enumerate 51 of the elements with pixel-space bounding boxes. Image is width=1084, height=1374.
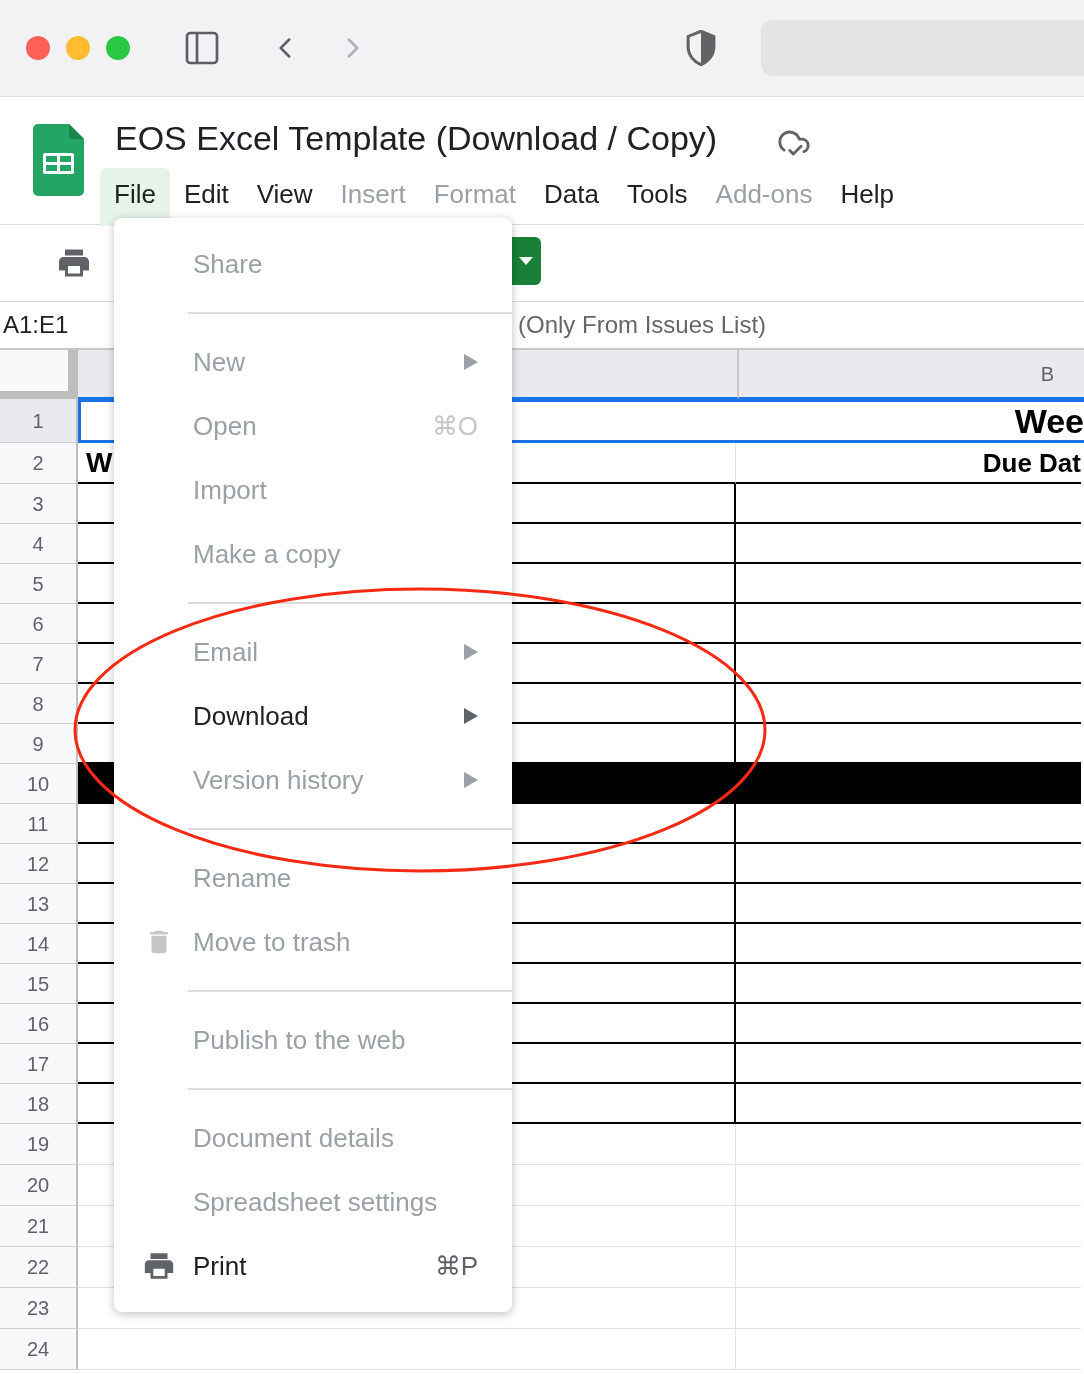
shield-icon[interactable] — [685, 30, 717, 66]
row-number[interactable]: 4 — [0, 524, 78, 564]
row-number[interactable]: 19 — [0, 1124, 78, 1165]
row-number[interactable]: 6 — [0, 604, 78, 644]
submenu-arrow-icon — [464, 354, 478, 370]
name-box[interactable]: A1:E1 — [3, 311, 69, 338]
row-number[interactable]: 11 — [0, 804, 78, 844]
row-number[interactable]: 16 — [0, 1004, 78, 1044]
submenu-arrow-icon — [464, 708, 478, 724]
row-number[interactable]: 24 — [0, 1329, 78, 1370]
row-number[interactable]: 14 — [0, 924, 78, 964]
row-number[interactable]: 13 — [0, 884, 78, 924]
row-number[interactable]: 18 — [0, 1084, 78, 1124]
minimize-window-icon[interactable] — [66, 36, 90, 60]
row-number[interactable]: 1 — [0, 399, 78, 443]
document-title[interactable]: EOS Excel Template (Download / Copy) — [115, 113, 718, 164]
row-number[interactable]: 17 — [0, 1044, 78, 1084]
caret-icon — [519, 257, 533, 265]
row-number[interactable]: 7 — [0, 644, 78, 684]
menu-item[interactable]: Download — [114, 684, 512, 748]
menu-bar-item[interactable]: Tools — [612, 168, 702, 226]
table-cell-text: Wee — [1013, 402, 1084, 440]
select-all-corner[interactable] — [0, 350, 78, 399]
row-number[interactable]: 21 — [0, 1206, 78, 1247]
table-cell: Due Dat — [736, 443, 1081, 484]
row-number[interactable]: 10 — [0, 764, 78, 804]
menu-bar-item[interactable]: Help — [826, 168, 908, 226]
close-window-icon[interactable] — [26, 36, 50, 60]
row-number[interactable]: 15 — [0, 964, 78, 1004]
row-number[interactable]: 22 — [0, 1247, 78, 1288]
menu-item[interactable]: Print ⌘P — [114, 1234, 512, 1298]
submenu-arrow-icon — [464, 772, 478, 788]
row-number[interactable]: 20 — [0, 1165, 78, 1206]
formula-text[interactable]: (Only From Issues List) — [518, 307, 767, 343]
row-number[interactable]: 23 — [0, 1288, 78, 1329]
menu-bar-item[interactable]: File — [100, 168, 170, 226]
row-number[interactable]: 3 — [0, 484, 78, 524]
zoom-window-icon[interactable] — [106, 36, 130, 60]
menu-bar-item[interactable]: Edit — [169, 168, 243, 226]
row-number[interactable]: 8 — [0, 684, 78, 724]
column-header[interactable]: B — [739, 350, 1084, 399]
row-number[interactable]: 5 — [0, 564, 78, 604]
row-number[interactable]: 9 — [0, 724, 78, 764]
menu-bar-item[interactable]: Data — [530, 168, 613, 226]
shortcut-label: ⌘O — [431, 409, 478, 443]
menu-bar-item[interactable]: View — [242, 168, 327, 226]
shortcut-label: ⌘P — [434, 1249, 478, 1283]
row-number[interactable]: 12 — [0, 844, 78, 884]
spreadsheet-logo-icon[interactable] — [33, 124, 84, 196]
submenu-arrow-icon — [464, 644, 478, 660]
row-number[interactable]: 2 — [0, 443, 78, 484]
